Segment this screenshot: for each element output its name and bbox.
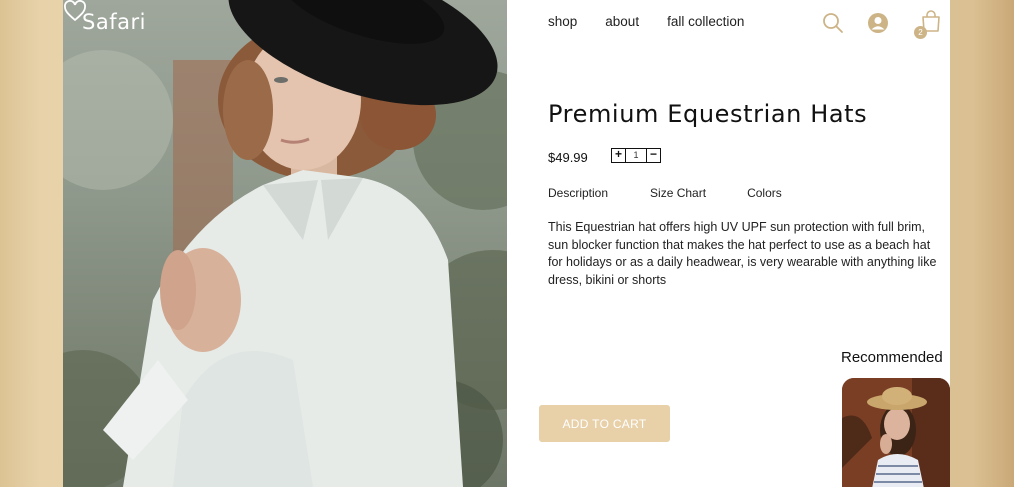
product-description: This Equestrian hat offers high UV UPF s…	[548, 220, 937, 287]
nav-item-fall-collection[interactable]: fall collection	[667, 14, 744, 29]
quantity-increase-button[interactable]: +	[611, 148, 626, 163]
recommended-product-image	[842, 378, 950, 487]
product-page: Safari shop about fall collection 2 Prem…	[63, 0, 950, 487]
user-icon[interactable]	[867, 12, 889, 34]
brand-logo[interactable]: Safari	[82, 10, 146, 34]
nav-item-shop[interactable]: shop	[548, 14, 577, 29]
add-to-cart-button[interactable]: ADD TO CART	[539, 405, 670, 442]
hero-photo: Safari	[63, 0, 507, 487]
product-title: Premium Equestrian Hats	[548, 100, 868, 128]
cart-count-badge: 2	[914, 26, 927, 39]
tab-description[interactable]: Description	[548, 186, 608, 200]
heart-icon[interactable]	[63, 0, 87, 22]
nav-item-about[interactable]: about	[605, 14, 639, 29]
product-price: $49.99	[548, 150, 588, 165]
recommended-heading: Recommended	[841, 349, 943, 366]
quantity-value[interactable]: 1	[626, 148, 646, 163]
tab-colors[interactable]: Colors	[747, 186, 782, 200]
recommended-product-card[interactable]	[842, 378, 950, 487]
product-tabs: Description Size Chart Colors	[548, 186, 782, 200]
quantity-stepper: + 1 −	[611, 148, 661, 163]
search-icon[interactable]	[822, 12, 844, 34]
quantity-decrease-button[interactable]: −	[646, 148, 661, 163]
tab-size-chart[interactable]: Size Chart	[650, 186, 706, 200]
top-nav: shop about fall collection	[548, 14, 772, 29]
hero-illustration	[63, 0, 507, 487]
